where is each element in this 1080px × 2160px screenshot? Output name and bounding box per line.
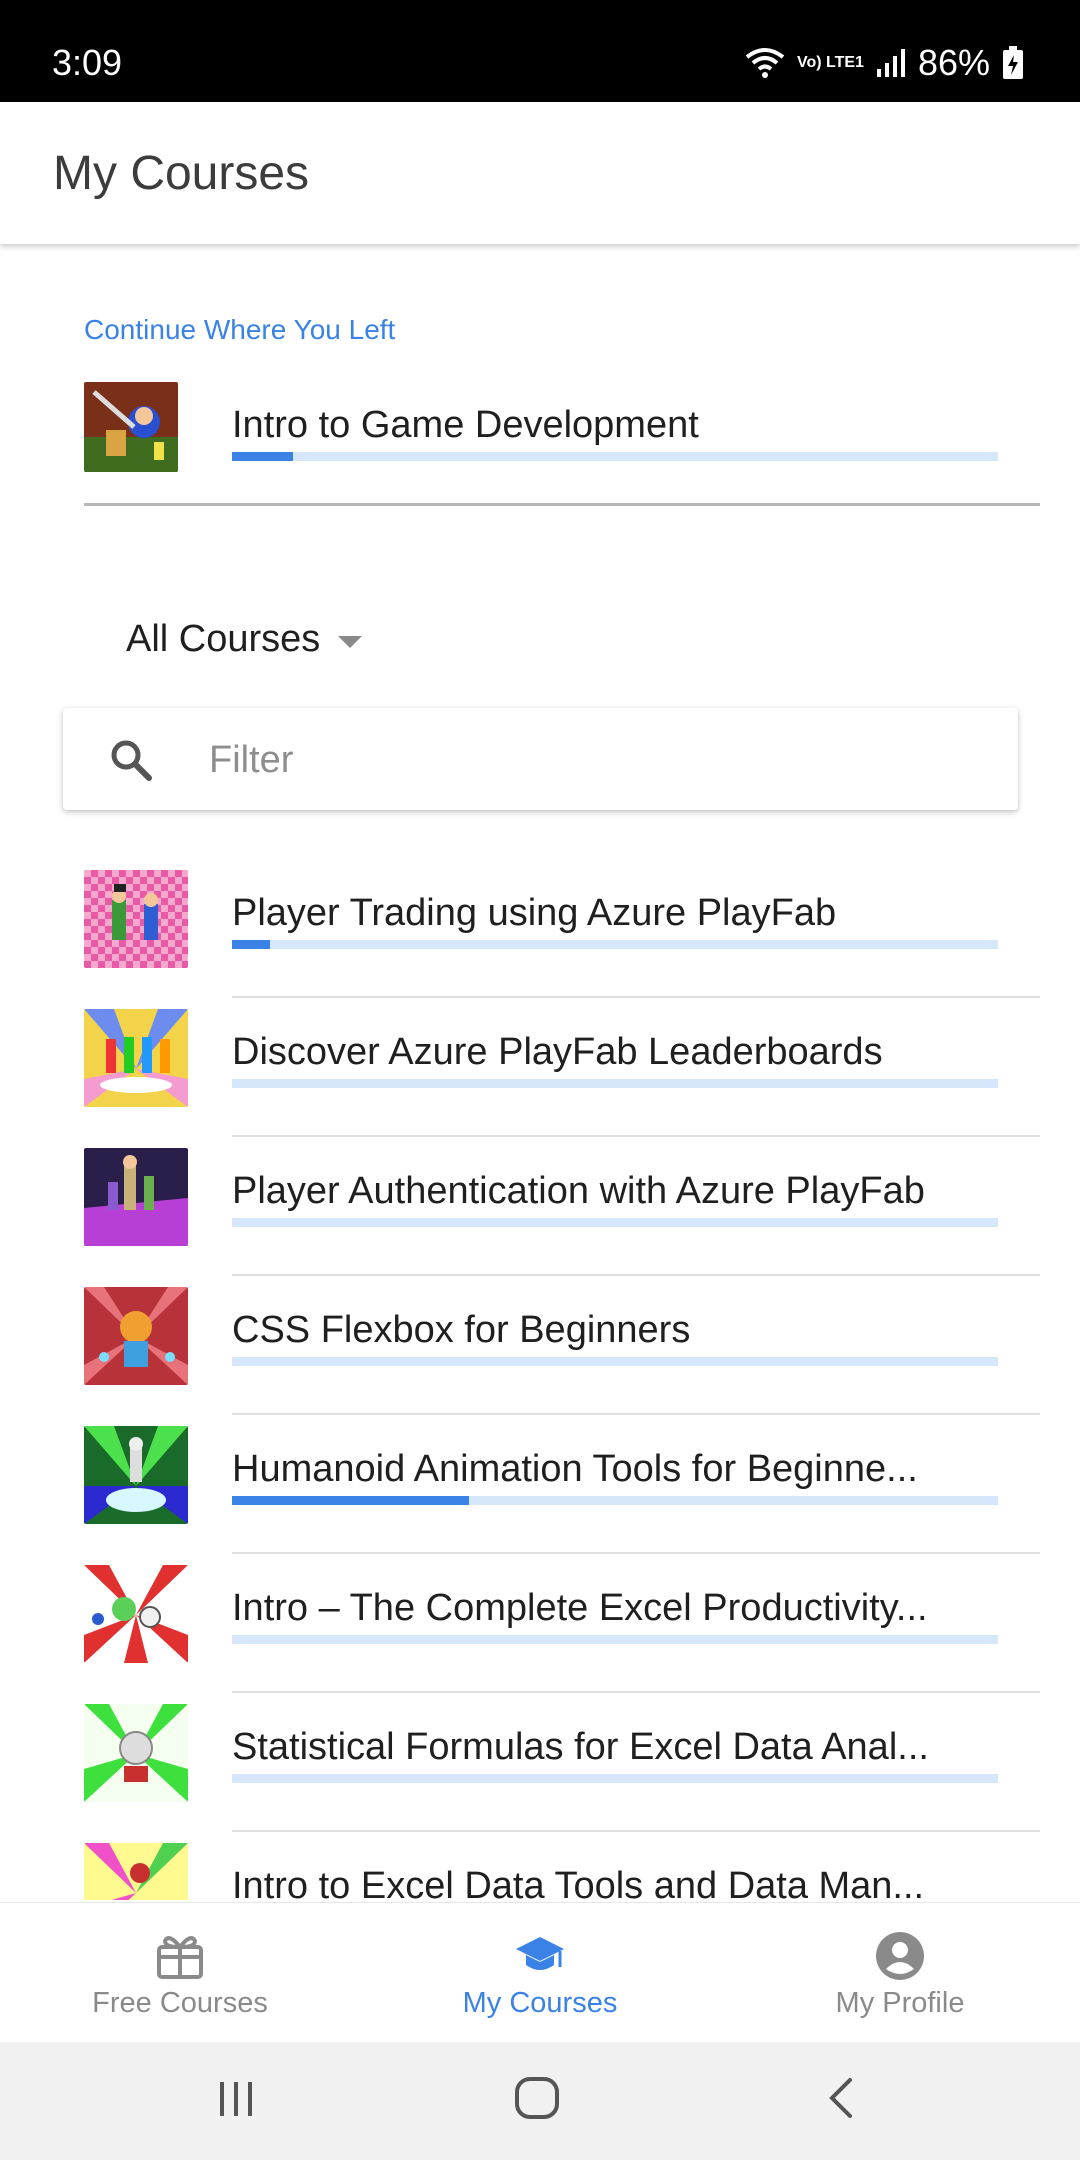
course-title: CSS Flexbox for Beginners	[232, 1309, 691, 1351]
course-filter-dropdown[interactable]: All Courses	[126, 618, 363, 661]
course-list-item[interactable]: Intro – The Complete Excel Productivity.…	[84, 1565, 1040, 1704]
section-divider	[84, 503, 1040, 506]
status-icons: Vo) LTE1 86%	[745, 42, 1024, 84]
course-thumbnail	[84, 1148, 188, 1246]
progress-fill	[232, 1496, 470, 1505]
caret-down-icon	[338, 635, 363, 648]
course-title: Statistical Formulas for Excel Data Anal…	[232, 1726, 929, 1768]
row-divider	[232, 1135, 1040, 1137]
continue-course-item[interactable]: Intro to Game Development	[84, 382, 1040, 482]
account-circle-icon	[875, 1931, 925, 1981]
continue-course-title: Intro to Game Development	[232, 404, 699, 446]
course-progress	[232, 1774, 998, 1783]
progress-fill	[232, 940, 271, 949]
course-list-item[interactable]: CSS Flexbox for Beginners	[84, 1287, 1040, 1426]
lte-icon: Vo) LTE1	[796, 54, 864, 71]
course-thumbnail	[84, 1426, 188, 1524]
course-thumbnail	[84, 382, 178, 472]
course-list-item[interactable]: Player Authentication with Azure PlayFab	[84, 1148, 1040, 1287]
search-icon	[109, 738, 153, 787]
home-icon[interactable]	[514, 2076, 560, 2125]
filter-input[interactable]	[207, 726, 991, 794]
course-list-item[interactable]: Statistical Formulas for Excel Data Anal…	[84, 1704, 1040, 1843]
course-progress	[232, 1496, 998, 1505]
course-title: Discover Azure PlayFab Leaderboards	[232, 1031, 883, 1073]
nav-free-courses[interactable]: Free Courses	[0, 1903, 360, 2043]
gift-icon	[155, 1931, 205, 1981]
graduation-cap-icon	[515, 1931, 565, 1981]
course-thumbnail	[84, 1843, 188, 1900]
course-thumbnail	[84, 1287, 188, 1385]
status-time: 3:09	[52, 42, 123, 83]
nav-label: My Courses	[462, 1987, 618, 2019]
continue-course-progress	[232, 452, 998, 461]
course-title: Player Authentication with Azure PlayFab	[232, 1170, 925, 1212]
recent-apps-icon[interactable]	[214, 2076, 258, 2125]
row-divider	[232, 1552, 1040, 1554]
nav-my-courses[interactable]: My Courses	[360, 1903, 720, 2043]
course-progress	[232, 1079, 998, 1088]
bottom-navigation: Free Courses My Courses My Profile	[0, 1902, 1080, 2043]
row-divider	[232, 1413, 1040, 1415]
app-bar: My Courses	[0, 102, 1080, 244]
dropdown-label: All Courses	[126, 618, 321, 660]
course-list-item[interactable]: Intro to Excel Data Tools and Data Man..…	[84, 1843, 1040, 1900]
nav-label: My Profile	[835, 1987, 965, 2019]
course-title: Player Trading using Azure PlayFab	[232, 892, 837, 934]
course-list-item[interactable]: Discover Azure PlayFab Leaderboards	[84, 1009, 1040, 1148]
course-thumbnail	[84, 1009, 188, 1107]
nav-my-profile[interactable]: My Profile	[720, 1903, 1080, 2043]
filter-box	[63, 708, 1018, 810]
back-icon[interactable]	[822, 2076, 862, 2125]
course-title: Intro – The Complete Excel Productivity.…	[232, 1587, 928, 1629]
row-divider	[232, 1691, 1040, 1693]
course-progress	[232, 1357, 998, 1366]
course-list-item[interactable]: Player Trading using Azure PlayFab	[84, 870, 1040, 1009]
page-title: My Courses	[53, 147, 310, 200]
signal-icon	[876, 49, 906, 77]
system-navigation-bar	[0, 2042, 1080, 2160]
continue-section-label: Continue Where You Left	[84, 314, 396, 345]
course-progress	[232, 940, 998, 949]
row-divider	[232, 1274, 1040, 1276]
course-list: Player Trading using Azure PlayFab Disco…	[84, 860, 1040, 1900]
battery-icon	[1002, 46, 1024, 80]
course-thumbnail	[84, 1565, 188, 1663]
course-title: Intro to Excel Data Tools and Data Man..…	[232, 1865, 925, 1900]
row-divider	[232, 1830, 1040, 1832]
status-bar: 3:09 Vo) LTE1 86%	[0, 0, 1080, 102]
course-progress	[232, 1635, 998, 1644]
course-title: Humanoid Animation Tools for Beginne...	[232, 1448, 918, 1490]
course-progress	[232, 1218, 998, 1227]
wifi-icon	[745, 47, 785, 79]
course-thumbnail	[84, 1704, 188, 1802]
progress-fill	[232, 452, 294, 461]
nav-label: Free Courses	[92, 1987, 268, 2019]
course-list-item[interactable]: Humanoid Animation Tools for Beginne...	[84, 1426, 1040, 1565]
row-divider	[232, 996, 1040, 998]
course-thumbnail	[84, 870, 188, 968]
battery-percent: 86%	[917, 42, 990, 83]
